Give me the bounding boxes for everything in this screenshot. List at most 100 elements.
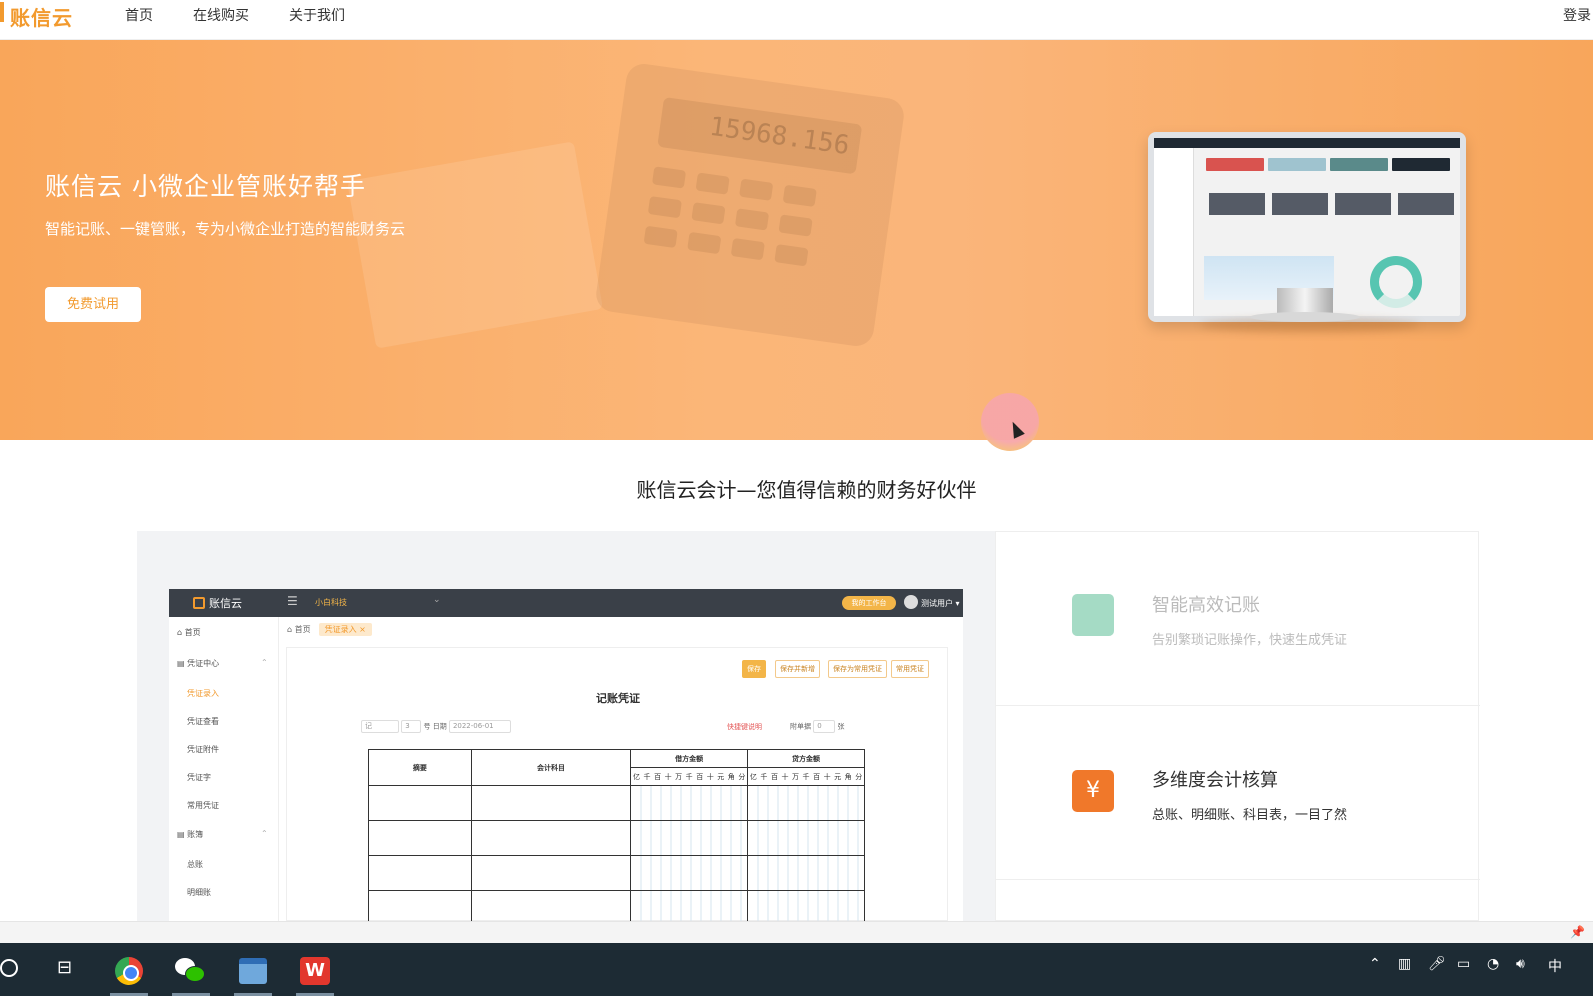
file-explorer-taskbar-button[interactable] bbox=[228, 951, 278, 996]
mockup-save-common-button: 保存为常用凭证 bbox=[828, 660, 887, 678]
search-icon[interactable] bbox=[0, 959, 18, 977]
hero-title: 账信云 小微企业管账好帮手 bbox=[45, 172, 366, 201]
monitor-card bbox=[1272, 193, 1328, 215]
digit-label: 元 bbox=[717, 772, 725, 781]
col-summary: 摘要 bbox=[368, 749, 472, 786]
mockup-sidebar-voucher-view: 凭证查看 bbox=[187, 717, 219, 726]
calculator-key bbox=[774, 244, 809, 267]
feature-desc: 告别繁琐记账操作，快速生成凭证 bbox=[1152, 633, 1348, 648]
free-trial-button[interactable]: 免费试用 bbox=[45, 287, 141, 322]
site-logo[interactable]: 账信云 bbox=[10, 2, 73, 31]
chevron-down-icon: ⌄ bbox=[433, 595, 441, 605]
menu-icon: ☰ bbox=[287, 594, 298, 608]
chrome-taskbar-button[interactable] bbox=[104, 951, 154, 996]
microphone-icon[interactable]: 🎤︎ bbox=[1428, 956, 1446, 972]
task-view-icon[interactable]: ⊟ bbox=[57, 957, 72, 978]
calculator-key bbox=[782, 184, 817, 207]
monitor-stand bbox=[1277, 288, 1333, 314]
voucher-number-input: 3 bbox=[401, 720, 422, 733]
mockup-sidebar-common-voucher: 常用凭证 bbox=[187, 801, 219, 810]
digit-label: 元 bbox=[834, 772, 842, 781]
digit-label: 百 bbox=[696, 772, 704, 781]
wps-taskbar-button[interactable]: W bbox=[290, 951, 340, 996]
calculator-decoration: 15968.156 bbox=[593, 61, 907, 349]
digit-label: 十 bbox=[664, 772, 672, 781]
voucher-number-label: 号 bbox=[423, 722, 431, 731]
wps-icon: W bbox=[300, 957, 330, 985]
chrome-icon bbox=[115, 957, 143, 985]
digit-label: 角 bbox=[844, 772, 852, 781]
attachment-label: 附单据 bbox=[790, 722, 811, 731]
mockup-sidebar-home: ⌂ 首页 bbox=[177, 628, 201, 637]
mockup-sidebar: ⌂ 首页 ▤ 凭证中心 ⌃ 凭证录入 凭证查看 凭证附件 凭证字 常用凭证 ▤ … bbox=[169, 617, 279, 921]
monitor-card bbox=[1209, 193, 1265, 215]
monitor-card bbox=[1398, 193, 1454, 215]
mockup-sidebar-voucher-attachment: 凭证附件 bbox=[187, 745, 219, 754]
digit-label: 百 bbox=[813, 772, 821, 781]
hero-banner: 15968.156 账信云 小微企业管账好帮手 智能记账、一键管账，专为小微企业… bbox=[0, 40, 1593, 440]
wechat-taskbar-button[interactable] bbox=[166, 951, 216, 996]
feature-efficient-bookkeeping[interactable]: 智能高效记账 告别繁琐记账操作，快速生成凭证 bbox=[996, 532, 1480, 706]
digit-label: 十 bbox=[706, 772, 714, 781]
calculator-key bbox=[778, 214, 813, 237]
mockup-user: 测试用户 ▾ bbox=[904, 595, 960, 609]
chevron-up-icon[interactable]: ⌃ bbox=[1369, 956, 1381, 972]
mockup-sidebar-voucher-entry: 凭证录入 bbox=[187, 689, 219, 698]
calculator-key bbox=[730, 237, 765, 261]
login-link[interactable]: 登录 bbox=[1563, 5, 1591, 25]
calculator-key bbox=[647, 196, 682, 219]
mockup-sidebar-general-ledger: 总账 bbox=[187, 860, 203, 869]
voucher-mockup: 账信云 ☰ 小白科技 ⌄ 我的工作台 测试用户 ▾ ⌂ 首页 ▤ 凭证中心 ⌃ … bbox=[169, 589, 963, 921]
calculator-key bbox=[643, 225, 678, 249]
voucher-title: 记账凭证 bbox=[596, 692, 640, 705]
section-title: 账信云会计—您值得信赖的财务好伙伴 bbox=[636, 478, 977, 502]
hero-subtitle: 智能记账、一键管账，专为小微企业打造的智能财务云 bbox=[45, 220, 406, 238]
attachment-count-input: 0 bbox=[813, 720, 836, 733]
digit-label: 十 bbox=[781, 772, 789, 781]
digit-label: 亿 bbox=[633, 772, 640, 781]
battery-icon[interactable]: ▭ bbox=[1457, 956, 1470, 972]
attachment-unit: 张 bbox=[837, 722, 845, 731]
wifi-icon[interactable]: ◔ bbox=[1487, 956, 1499, 972]
mockup-logo: 账信云 bbox=[193, 595, 242, 611]
top-nav: 账信云 首页 在线购买 关于我们 登录 bbox=[0, 0, 1593, 40]
monitor-donut-chart bbox=[1370, 256, 1422, 308]
digit-label: 千 bbox=[802, 772, 810, 781]
nav-link-home[interactable]: 首页 bbox=[125, 5, 153, 25]
mockup-sidebar-detail-ledger: 明细账 bbox=[187, 888, 211, 897]
mockup-breadcrumb: ⌂ 首页 凭证录入 × bbox=[287, 623, 372, 636]
mockup-sidebar-voucher-center: ▤ 凭证中心 bbox=[177, 659, 220, 668]
calculator-key bbox=[739, 178, 774, 201]
voucher-table: 摘要 会计科目 借方金额 贷方金额 亿千百十万千百十元角分 亿千百十万千百十元角… bbox=[368, 749, 865, 921]
digit-label: 百 bbox=[654, 772, 662, 781]
digit-label: 分 bbox=[855, 772, 863, 781]
ime-indicator[interactable]: 中 bbox=[1548, 956, 1562, 976]
digit-label: 分 bbox=[738, 772, 746, 781]
nav-link-buy-online[interactable]: 在线购买 bbox=[193, 5, 249, 25]
feature-multi-dimensional-accounting[interactable]: ¥ 多维度会计核算 总账、明细账、科目表，一目了然 bbox=[996, 706, 1480, 880]
calculator-key bbox=[695, 172, 730, 195]
avatar bbox=[904, 595, 918, 609]
mockup-save-new-button: 保存并新增 bbox=[775, 660, 820, 678]
app-tray-icon[interactable]: ▥ bbox=[1398, 956, 1411, 972]
speaker-icon[interactable]: 🔊︎ bbox=[1516, 956, 1525, 972]
debit-digits-header: 亿千百十万千百十元角分 bbox=[630, 767, 749, 786]
digit-label: 十 bbox=[823, 772, 831, 781]
browser-status-strip: 📌 bbox=[0, 921, 1593, 943]
calculator-key bbox=[687, 231, 722, 255]
mockup-user-name: 测试用户 bbox=[921, 599, 953, 608]
feature-list: 智能高效记账 告别繁琐记账操作，快速生成凭证 ¥ 多维度会计核算 总账、明细账、… bbox=[995, 531, 1480, 921]
mockup-sidebar-voucher-word: 凭证字 bbox=[187, 773, 211, 782]
monitor-teal-bar bbox=[1330, 158, 1388, 171]
voucher-date-label: 日期 bbox=[432, 722, 447, 731]
chevron-up-icon: ⌃ bbox=[261, 658, 268, 667]
document-icon bbox=[1072, 594, 1114, 636]
logo-icon bbox=[193, 597, 205, 609]
voucher-word-field: 记 3 号 日期 2022-06-01 bbox=[361, 720, 511, 733]
pin-icon[interactable]: 📌 bbox=[1570, 925, 1585, 939]
chevron-up-icon: ⌃ bbox=[261, 829, 268, 838]
digit-label: 万 bbox=[792, 772, 799, 781]
calculator-display: 15968.156 bbox=[657, 97, 863, 175]
monitor-dark-bar bbox=[1392, 158, 1450, 171]
nav-link-about-us[interactable]: 关于我们 bbox=[289, 5, 345, 25]
